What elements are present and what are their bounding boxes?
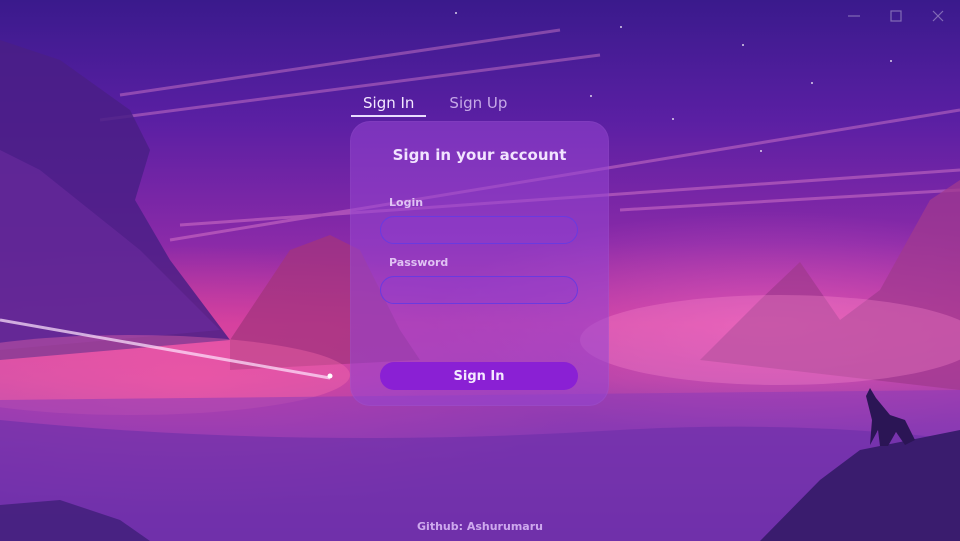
sign-in-button[interactable]: Sign In — [380, 362, 578, 390]
password-input[interactable] — [380, 276, 578, 304]
app-window: Sign In Sign Up Sign in your account Log… — [0, 0, 960, 541]
sign-in-card: Sign in your account Login Password Sign… — [350, 121, 609, 406]
tab-sign-up[interactable]: Sign Up — [437, 94, 519, 117]
window-controls — [846, 8, 946, 24]
password-label: Password — [389, 256, 449, 269]
auth-tabs: Sign In Sign Up — [351, 94, 519, 117]
close-icon[interactable] — [930, 8, 946, 24]
star — [760, 150, 762, 152]
star — [620, 26, 622, 28]
login-label: Login — [389, 196, 424, 209]
github-credit: Github: Ashurumaru — [417, 520, 543, 533]
minimize-icon[interactable] — [846, 8, 862, 24]
star — [742, 44, 744, 46]
star — [455, 12, 457, 14]
maximize-icon[interactable] — [888, 8, 904, 24]
form-title: Sign in your account — [392, 146, 567, 164]
star — [811, 82, 813, 84]
tab-sign-in[interactable]: Sign In — [351, 94, 427, 117]
star — [890, 60, 892, 62]
star — [672, 118, 674, 120]
login-input[interactable] — [380, 216, 578, 244]
star — [590, 95, 592, 97]
